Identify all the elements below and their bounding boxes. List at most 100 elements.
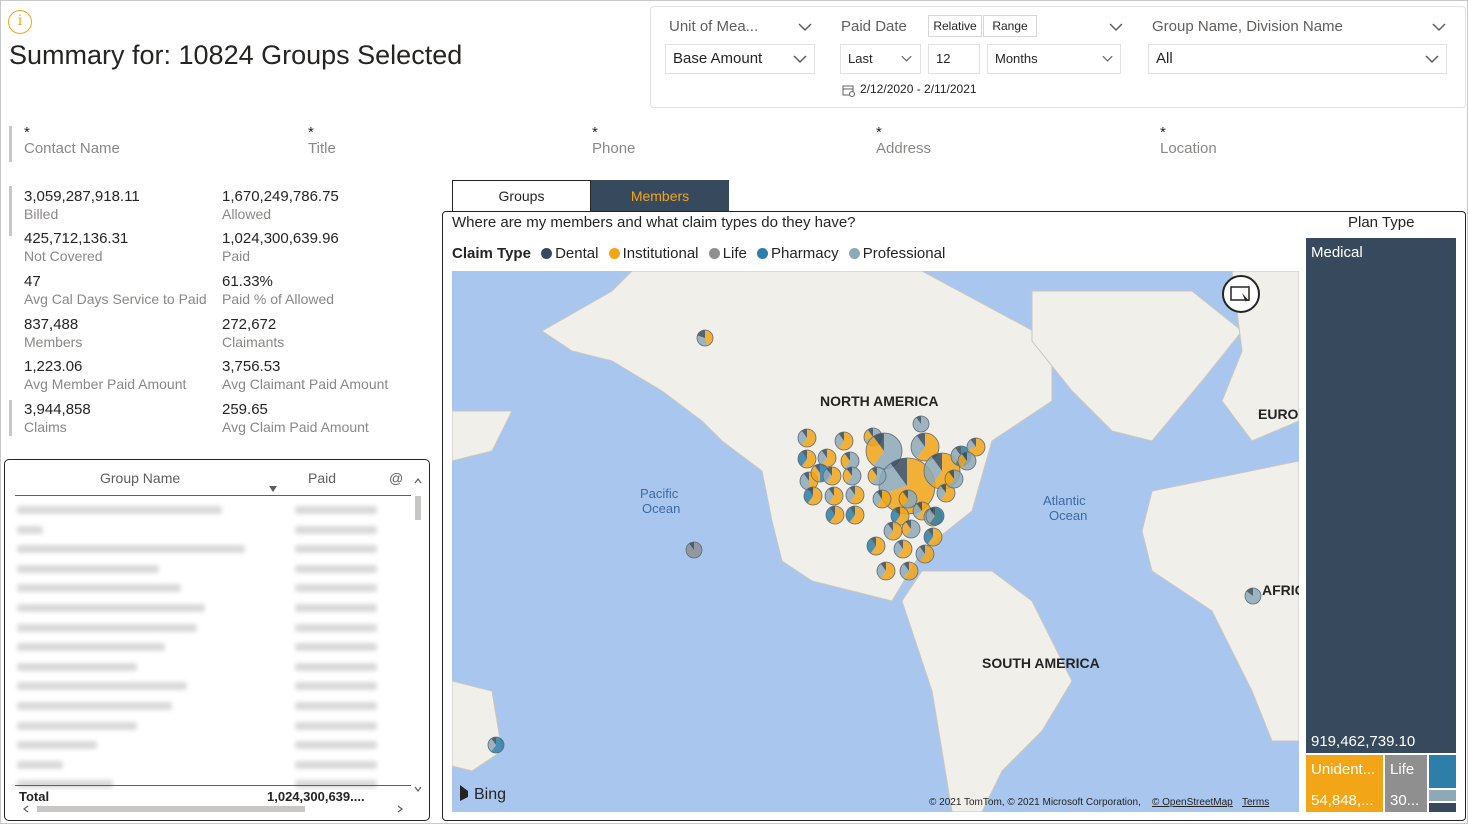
location-label: Location — [1160, 140, 1217, 157]
treemap-medical[interactable]: Medical 919,462,739.10 — [1306, 238, 1456, 753]
map-pie-bubble[interactable] — [912, 415, 930, 433]
legend-item-pharmacy[interactable]: Pharmacy — [757, 245, 839, 262]
scroll-left-icon[interactable] — [23, 805, 29, 813]
treemap-life[interactable]: Life 30... — [1385, 755, 1427, 812]
treemap-small-1[interactable] — [1429, 755, 1456, 788]
date-range-text: 2/12/2020 - 2/11/2021 — [860, 82, 977, 96]
table-row[interactable] — [17, 682, 187, 691]
table-row[interactable] — [17, 623, 197, 632]
map-pie-bubble[interactable] — [925, 506, 945, 526]
australia-land — [452, 680, 503, 772]
map-pie-bubble[interactable] — [822, 466, 842, 486]
column-header-at[interactable]: @ — [389, 470, 403, 486]
asia-edge-land — [452, 410, 513, 462]
chevron-down-icon[interactable] — [798, 20, 812, 34]
map-pie-bubble[interactable] — [883, 521, 903, 541]
map-pie-bubble[interactable] — [872, 489, 892, 509]
map-pie-bubble[interactable] — [1244, 587, 1262, 605]
vertical-scrollbar[interactable] — [413, 474, 423, 796]
table-row[interactable] — [17, 604, 205, 612]
map-pie-bubble[interactable] — [797, 449, 817, 469]
scrollbar-thumb[interactable] — [37, 806, 305, 812]
period-unit-dropdown[interactable]: Months — [987, 44, 1121, 74]
chevron-down-icon — [793, 55, 807, 64]
groups-table: Group Name Paid @ Total 1,024,300,639...… — [4, 459, 430, 821]
legend-item-dental[interactable]: Dental — [541, 245, 598, 262]
treemap-small-2[interactable] — [1429, 790, 1456, 801]
scroll-right-icon[interactable] — [397, 805, 403, 813]
table-row[interactable] — [17, 584, 181, 593]
period-count-value: 12 — [936, 51, 951, 66]
period-count-input[interactable]: 12 — [928, 44, 980, 74]
legend-item-life[interactable]: Life — [708, 245, 747, 262]
kpi-label: Not Covered — [24, 248, 103, 264]
legend-dot — [608, 248, 620, 259]
treemap-small-3[interactable] — [1429, 803, 1456, 812]
table-row[interactable] — [17, 643, 165, 652]
map-pie-bubble[interactable] — [803, 486, 823, 506]
map-pie-bubble[interactable] — [915, 544, 935, 564]
table-row-paid — [295, 623, 377, 632]
map-pie-bubble[interactable] — [944, 469, 964, 489]
table-row[interactable] — [17, 721, 137, 730]
title-value: * — [308, 124, 314, 141]
table-row-paid — [295, 702, 377, 710]
kpi-accent-bar — [9, 186, 12, 236]
table-row[interactable] — [17, 760, 63, 769]
terms-link[interactable]: Terms — [1242, 797, 1269, 808]
chevron-down-icon — [901, 55, 912, 62]
table-row[interactable] — [17, 525, 43, 534]
map-pie-bubble[interactable] — [845, 505, 865, 525]
address-card: * Address — [876, 125, 931, 162]
table-row[interactable] — [17, 741, 97, 750]
map-pie-bubble[interactable] — [845, 485, 865, 505]
legend-item-institutional[interactable]: Institutional — [608, 245, 699, 262]
column-header-paid[interactable]: Paid — [308, 470, 336, 486]
column-header-group-name[interactable]: Group Name — [100, 470, 180, 486]
relative-button[interactable]: Relative — [928, 15, 982, 37]
osm-link[interactable]: © OpenStreetMap — [1152, 797, 1233, 808]
map-canvas[interactable]: NORTH AMERICA SOUTH AMERICA EUROP AFRIC … — [452, 271, 1299, 812]
scrollbar-thumb[interactable] — [415, 496, 421, 520]
map-pie-bubble[interactable] — [842, 466, 862, 486]
map-pie-bubble[interactable] — [923, 527, 943, 547]
map-pie-bubble[interactable] — [685, 541, 703, 559]
table-row[interactable] — [17, 564, 159, 573]
scroll-up-icon[interactable] — [414, 478, 422, 484]
kpi-members: 837,488 Members — [24, 316, 82, 350]
label-pacific: Pacific — [640, 486, 679, 501]
table-row[interactable] — [17, 506, 222, 514]
header-divider — [15, 495, 411, 496]
horizontal-scrollbar[interactable] — [15, 804, 411, 814]
map-pie-bubble[interactable] — [797, 428, 817, 448]
scroll-down-icon[interactable] — [414, 786, 422, 792]
map-pie-bubble[interactable] — [824, 486, 844, 506]
map-pie-bubble[interactable] — [899, 561, 919, 581]
map-pie-bubble[interactable] — [834, 431, 854, 451]
table-row[interactable] — [17, 545, 245, 554]
treemap-unidentified[interactable]: Unident... 54,848,... — [1306, 755, 1383, 812]
map-pie-bubble[interactable] — [487, 736, 505, 754]
map-pie-bubble[interactable] — [876, 561, 896, 581]
map-pie-bubble[interactable] — [957, 451, 977, 471]
sort-desc-icon[interactable] — [268, 485, 278, 493]
chevron-down-icon[interactable] — [1109, 20, 1123, 34]
tab-members[interactable]: Members — [591, 180, 729, 212]
map-pie-bubble[interactable] — [696, 329, 714, 347]
map-pie-bubble[interactable] — [867, 466, 887, 486]
table-row[interactable] — [17, 702, 172, 710]
group-division-dropdown[interactable]: All — [1148, 44, 1447, 74]
tab-groups[interactable]: Groups — [452, 180, 591, 212]
map-pie-bubble[interactable] — [825, 505, 845, 525]
map-pie-bubble[interactable] — [866, 536, 886, 556]
legend-item-professional[interactable]: Professional — [848, 245, 945, 262]
map-pie-bubble[interactable] — [898, 489, 918, 509]
info-icon[interactable]: i — [8, 10, 32, 34]
focus-mode-icon[interactable] — [1222, 275, 1260, 313]
table-row[interactable] — [17, 662, 137, 671]
map-pie-bubble[interactable] — [901, 519, 921, 539]
chevron-down-icon[interactable] — [1432, 20, 1446, 34]
map-pie-bubble[interactable] — [893, 539, 913, 559]
kpi-value: 1,024,300,639.96 — [222, 230, 339, 247]
range-button[interactable]: Range — [983, 15, 1037, 37]
